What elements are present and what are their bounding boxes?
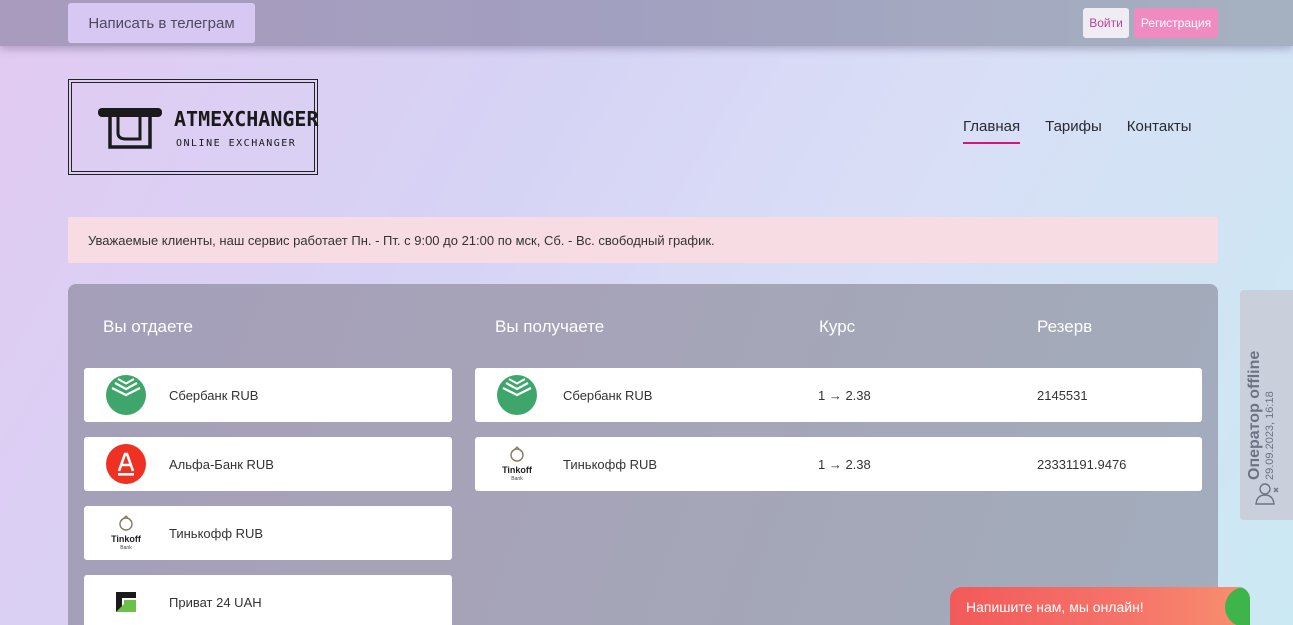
give-item-alfa-bank[interactable]: Альфа-Банк RUB [84, 437, 452, 491]
operator-status-tab[interactable]: Оператор offline 29.09.2023, 16:18 [1240, 290, 1293, 520]
give-item-sberbank[interactable]: Сбербанк RUB [84, 368, 452, 422]
give-column-header: Вы отдаете [103, 317, 193, 336]
chat-label: Напишите нам, мы онлайн! [966, 599, 1144, 615]
exchange-panel: Вы отдаете Вы получаете Курс Резерв Сбер… [68, 284, 1218, 625]
nav-item-tariffs[interactable]: Тарифы [1045, 118, 1102, 144]
chat-widget[interactable]: Напишите нам, мы онлайн! [950, 587, 1250, 625]
give-item-label: Тинькофф RUB [169, 526, 264, 541]
tinkoff-icon: Tinkoff Bank [502, 446, 533, 482]
operator-datetime: 29.09.2023, 16:18 [1264, 391, 1276, 480]
get-item-sberbank[interactable]: Сбербанк RUB 1 → 2.38 2145531 [475, 368, 1202, 422]
write-telegram-button[interactable]: Написать в телеграм [68, 3, 255, 43]
alfa-bank-icon [106, 444, 146, 484]
reserve-amount: 2145531 [1037, 388, 1088, 403]
login-button[interactable]: Войти [1083, 8, 1129, 38]
give-item-privat24[interactable]: Приват 24 UAH [84, 575, 452, 625]
register-button[interactable]: Регистрация [1134, 8, 1218, 38]
main-nav: Главная Тарифы Контакты [963, 118, 1217, 144]
top-bar: Написать в телеграм Войти Регистрация [0, 0, 1293, 46]
svg-text:Bank: Bank [511, 476, 523, 482]
sberbank-icon [106, 375, 146, 415]
svg-text:Bank: Bank [120, 545, 132, 551]
reserve-amount: 23331191.9476 [1037, 457, 1127, 472]
operator-status: Оператор offline [1246, 350, 1263, 480]
tinkoff-icon: Tinkoff Bank [111, 515, 142, 551]
give-item-tinkoff[interactable]: Tinkoff Bank Тинькофф RUB [84, 506, 452, 560]
sberbank-icon [497, 375, 537, 415]
site-logo[interactable]: ATMEXCHANGER ONLINE EXCHANGER [68, 79, 319, 175]
exchange-rate: 1 → 2.38 [818, 457, 871, 472]
get-item-label: Сбербанк RUB [563, 388, 653, 403]
get-column-header: Вы получаете [495, 317, 605, 336]
online-indicator-icon [1225, 587, 1250, 625]
give-item-label: Альфа-Банк RUB [169, 457, 274, 472]
give-item-label: Приват 24 UAH [169, 595, 262, 610]
svg-text:Tinkoff: Tinkoff [502, 465, 533, 475]
get-item-label: Тинькофф RUB [563, 457, 658, 472]
nav-item-home[interactable]: Главная [963, 118, 1021, 144]
get-item-tinkoff[interactable]: Tinkoff Bank Тинькофф RUB 1 → 2.38 23331… [475, 437, 1202, 491]
reserve-column-header: Резерв [1037, 317, 1093, 336]
user-headset-icon [1255, 483, 1279, 505]
rate-column-header: Курс [819, 317, 856, 336]
atm-icon [98, 108, 162, 149]
exchange-rate: 1 → 2.38 [818, 388, 871, 403]
nav-item-contacts[interactable]: Контакты [1127, 118, 1192, 144]
schedule-notice: Уважаемые клиенты, наш сервис работает П… [68, 217, 1218, 263]
logo-title: ATMEXCHANGER [174, 107, 319, 131]
logo-subtitle: ONLINE EXCHANGER [176, 138, 297, 149]
give-item-label: Сбербанк RUB [169, 388, 259, 403]
svg-text:Tinkoff: Tinkoff [111, 534, 142, 544]
privat24-icon [116, 592, 136, 612]
